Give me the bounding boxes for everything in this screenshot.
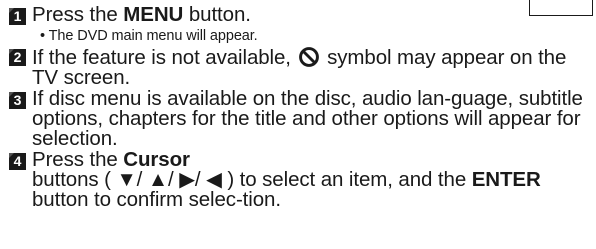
step-1: 1 Press the MENU button. • The DVD main …	[9, 3, 589, 44]
step-1-note: • The DVD main menu will appear.	[40, 28, 258, 44]
step-number-badge: 4	[9, 153, 26, 170]
step-2: 2 If the feature is not available, symbo…	[9, 46, 589, 88]
step-1-text-pre: Press the	[32, 3, 124, 26]
step-number-badge: 2	[9, 49, 26, 66]
menu-button-label: MENU	[123, 3, 184, 26]
step-4-text-post: button to confirm selec-tion.	[32, 188, 281, 211]
prohibit-icon	[298, 47, 319, 67]
step-3: 3 If disc menu is available on the disc,…	[9, 87, 589, 150]
step-1-text-post: button.	[183, 3, 251, 26]
step-number-badge: 3	[9, 92, 26, 109]
instruction-list: 1 Press the MENU button. • The DVD main …	[9, 3, 589, 211]
step-3-text: If disc menu is available on the disc, a…	[32, 87, 583, 150]
enter-button-label: ENTER	[471, 168, 541, 191]
step-4: 4 Press the Cursor buttons ( ▼/ ▲/ ▶/ ◀ …	[9, 149, 589, 211]
step-number-badge: 1	[9, 8, 26, 25]
